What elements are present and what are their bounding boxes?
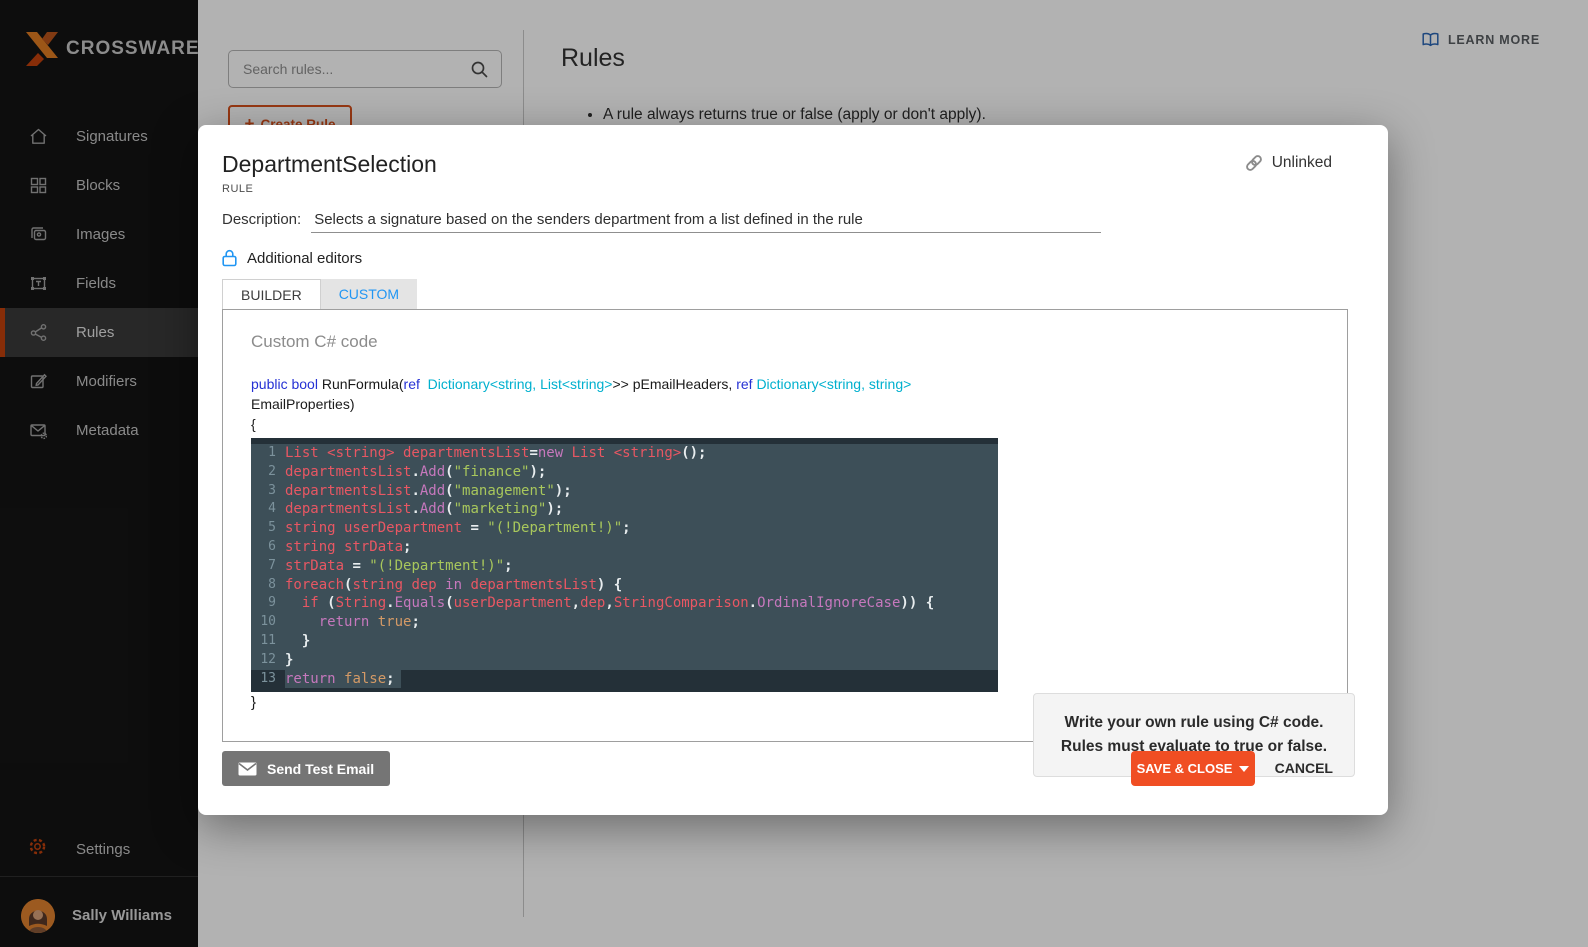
lock-icon	[222, 249, 237, 267]
custom-code-panel: Custom C# code public bool RunFormula(re…	[222, 309, 1348, 742]
line-number: 6	[251, 538, 285, 557]
tab-custom[interactable]: CUSTOM	[321, 279, 417, 309]
editor-tabs: BUILDER CUSTOM	[222, 279, 417, 309]
line-number: 9	[251, 594, 285, 613]
code-line[interactable]: 5string userDepartment = "(!Department!)…	[251, 519, 998, 538]
code-line[interactable]: 2departmentsList.Add("finance");	[251, 463, 998, 482]
save-close-label: SAVE & CLOSE	[1137, 761, 1233, 776]
line-number: 1	[251, 444, 285, 463]
rule-edit-modal: DepartmentSelection RULE Unlinked Descri…	[198, 125, 1388, 815]
code-line[interactable]: 11 }	[251, 632, 998, 651]
code-line[interactable]: 10 return true;	[251, 613, 998, 632]
send-test-email-label: Send Test Email	[267, 761, 374, 777]
method-signature: public bool RunFormula(ref Dictionary<st…	[251, 374, 911, 434]
code-line[interactable]: 8foreach(string dep in departmentsList) …	[251, 576, 998, 595]
description-label: Description:	[222, 211, 301, 228]
code-editor[interactable]: 1List <string> departmentsList=new List …	[251, 438, 998, 692]
envelope-icon	[238, 762, 257, 776]
line-number: 7	[251, 557, 285, 576]
description-field[interactable]: Selects a signature based on the senders…	[311, 211, 1101, 233]
code-line[interactable]: 9 if (String.Equals(userDepartment,dep,S…	[251, 594, 998, 613]
line-number: 11	[251, 632, 285, 651]
app-root: + Create Rule Rules A rule always return…	[0, 0, 1588, 947]
modal-type-label: RULE	[222, 183, 253, 195]
description-row: Description: Selects a signature based o…	[222, 211, 1101, 233]
code-line[interactable]: 1List <string> departmentsList=new List …	[251, 444, 998, 463]
code-line[interactable]: 4departmentsList.Add("marketing");	[251, 500, 998, 519]
code-line[interactable]: 12}	[251, 651, 998, 670]
line-number: 12	[251, 651, 285, 670]
code-line[interactable]: 13return false;	[251, 670, 998, 689]
modal-title: DepartmentSelection	[222, 151, 437, 178]
unlinked-label: Unlinked	[1272, 154, 1332, 172]
link-icon	[1244, 153, 1264, 173]
send-test-email-button[interactable]: Send Test Email	[222, 751, 390, 786]
line-number: 3	[251, 482, 285, 501]
custom-code-heading: Custom C# code	[251, 332, 378, 352]
line-number: 10	[251, 613, 285, 632]
closing-brace: }	[251, 694, 256, 711]
line-number: 2	[251, 463, 285, 482]
unlinked-control[interactable]: Unlinked	[1244, 153, 1332, 173]
tab-builder[interactable]: BUILDER	[222, 279, 321, 309]
line-number: 5	[251, 519, 285, 538]
cancel-button[interactable]: CANCEL	[1275, 760, 1333, 776]
save-close-button[interactable]: SAVE & CLOSE	[1131, 751, 1255, 786]
hint-line-1: Write your own rule using C# code.	[1065, 711, 1324, 735]
additional-editors-label: Additional editors	[247, 250, 362, 267]
line-number: 13	[251, 670, 285, 689]
code-line[interactable]: 6string strData;	[251, 538, 998, 557]
line-number: 4	[251, 500, 285, 519]
additional-editors-row[interactable]: Additional editors	[222, 249, 362, 267]
line-number: 8	[251, 576, 285, 595]
code-line[interactable]: 7strData = "(!Department!)";	[251, 557, 998, 576]
chevron-down-icon	[1239, 766, 1249, 772]
code-line[interactable]: 3departmentsList.Add("management");	[251, 482, 998, 501]
